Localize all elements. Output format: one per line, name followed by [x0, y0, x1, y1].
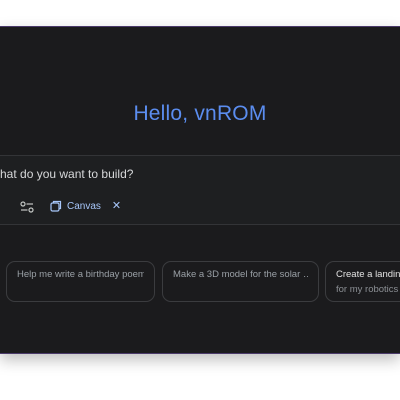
suggestion-card-birthday-poem[interactable]: Help me write a birthday poem — [6, 261, 155, 302]
sliders-icon[interactable] — [20, 200, 34, 213]
suggestion-subtitle: for my robotics — [336, 284, 399, 295]
suggestion-title: Create a landing — [336, 269, 400, 280]
canvas-icon — [50, 200, 62, 212]
canvas-chip[interactable]: Canvas ✕ — [50, 197, 121, 215]
canvas-chip-label: Canvas — [67, 200, 101, 212]
suggestion-title: Make a 3D model for the solar … — [173, 269, 308, 280]
app-window: Hello, vnROM Canvas ✕ Help me write a bi… — [0, 26, 400, 354]
prompt-input[interactable] — [0, 165, 300, 183]
suggestion-card-3d-model[interactable]: Make a 3D model for the solar … — [162, 261, 319, 302]
suggestion-card-landing-page[interactable]: Create a landing for my robotics — [325, 261, 400, 302]
close-icon[interactable]: ✕ — [112, 200, 121, 212]
greeting-title: Hello, vnROM — [133, 102, 267, 125]
suggestion-title: Help me write a birthday poem — [17, 269, 144, 280]
